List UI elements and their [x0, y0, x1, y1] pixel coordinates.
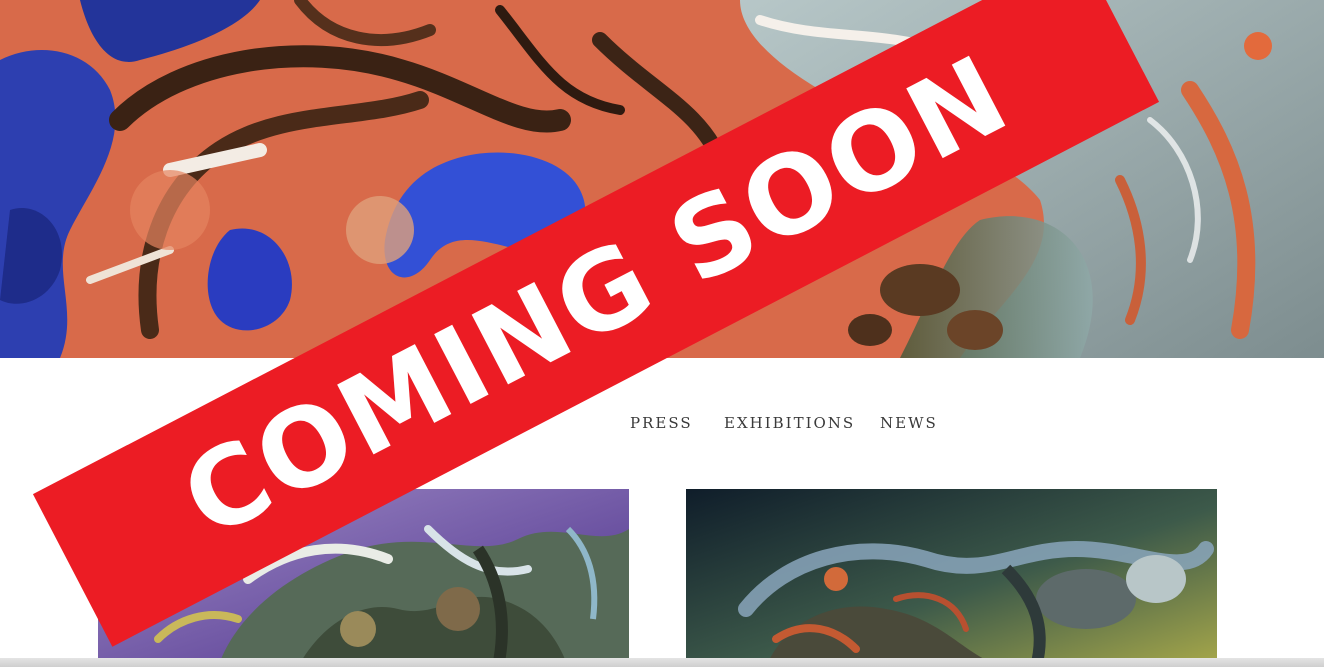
page: BIOGRAPHY PRESS EXHIBITIONS NEWS COMING … [0, 0, 1324, 667]
artwork-thumbnail-left[interactable] [98, 489, 629, 667]
nav-item-biography[interactable]: BIOGRAPHY [402, 414, 516, 432]
hero-artwork-image [0, 0, 1324, 358]
nav-item-news[interactable]: NEWS [880, 414, 938, 432]
nav-item-press[interactable]: PRESS [630, 414, 693, 432]
bottom-edge [0, 658, 1324, 667]
nav-item-exhibitions[interactable]: EXHIBITIONS [724, 414, 855, 432]
main-nav: BIOGRAPHY PRESS EXHIBITIONS NEWS [0, 410, 1324, 440]
artwork-thumbnail-right[interactable] [686, 489, 1217, 667]
